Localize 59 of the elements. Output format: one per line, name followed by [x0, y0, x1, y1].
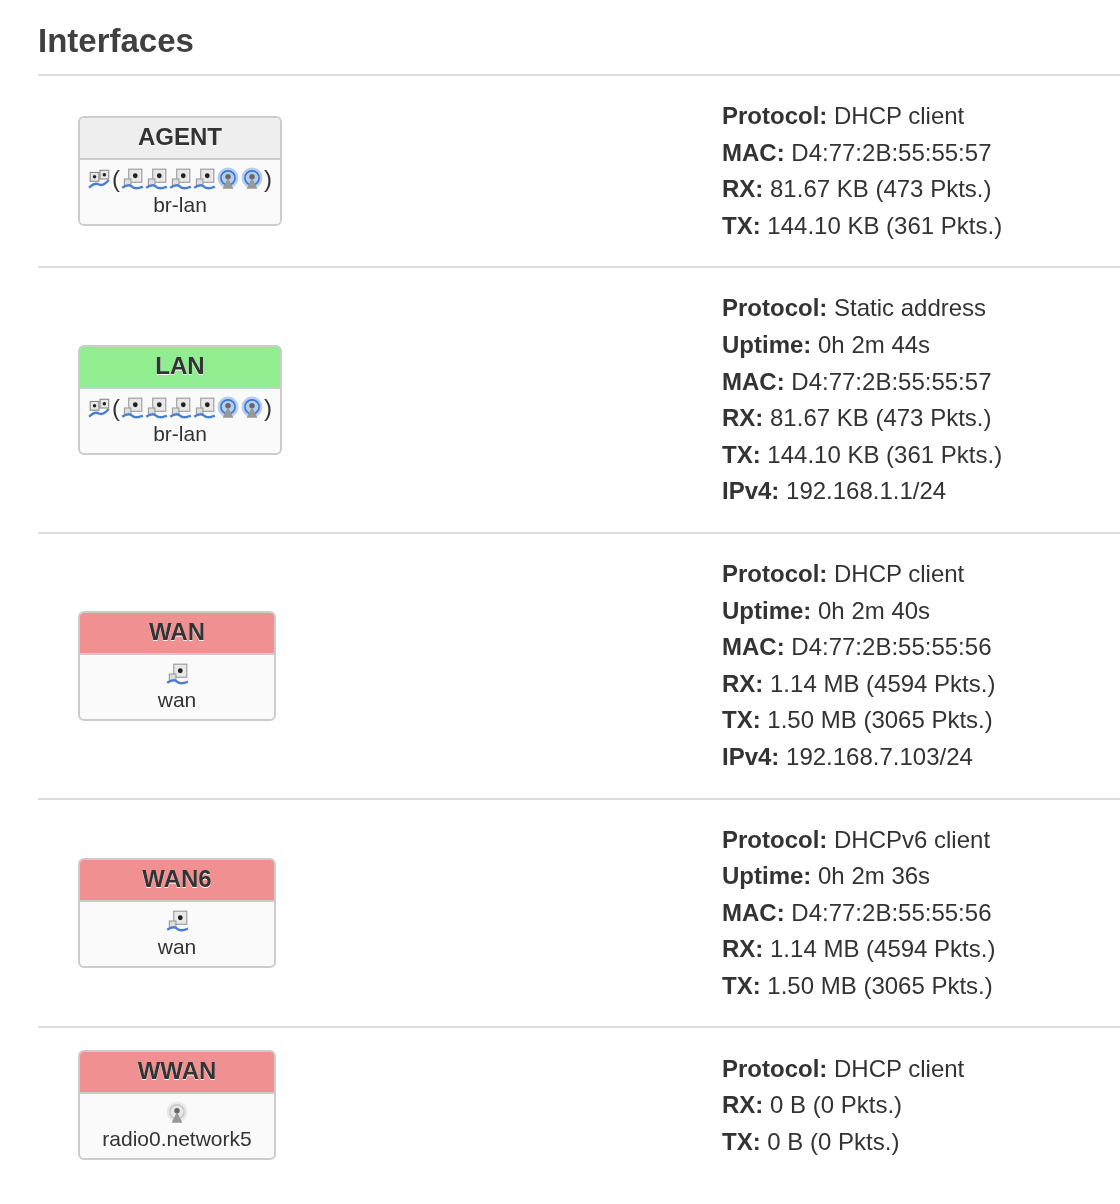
interface-badge[interactable]: WAN6 wan [78, 858, 276, 968]
status-line: Protocol: DHCP client [722, 101, 966, 131]
status-line: RX: 1.14 MB (4594 Pkts.) [722, 668, 997, 699]
antenna-icon [165, 1101, 189, 1126]
status-line: Protocol: DHCPv6 client [722, 824, 992, 855]
network-port-icon [165, 909, 189, 933]
status-line: Protocol: Static address [722, 293, 988, 324]
bracket: ) [264, 394, 272, 423]
status-line: Protocol: DHCP client [722, 558, 966, 589]
network-port-icon [192, 396, 216, 421]
bracket: ) [264, 165, 272, 194]
interface-name: LAN [80, 347, 280, 390]
status-line: MAC: D4:77:2B:55:55:56 [722, 632, 993, 663]
interface-name: WWAN [80, 1052, 274, 1095]
status-line: Uptime: 0h 2m 44s [722, 329, 932, 360]
status-line: RX: 81.67 KB (473 Pkts.) [722, 174, 993, 205]
device-name: radio0.network5 [102, 1126, 252, 1153]
antenna-icon [216, 396, 240, 421]
status-line: RX: 1.14 MB (4594 Pkts.) [722, 934, 997, 965]
interface-name: WAN [80, 612, 274, 655]
interface-badge[interactable]: LAN ( ) br-lan [78, 345, 282, 456]
status-line: IPv4: 192.168.1.1/24 [722, 476, 948, 507]
network-port-icon [144, 396, 168, 421]
network-port-icon [120, 167, 144, 192]
network-port-icon [144, 167, 168, 192]
status-line: MAC: D4:77:2B:55:55:57 [722, 366, 993, 397]
interface-badge[interactable]: WWAN radio0.network5 [78, 1050, 276, 1161]
device-name: wan [157, 686, 197, 713]
network-port-icon [168, 396, 192, 421]
status-line: RX: 0 B (0 Pkts.) [722, 1090, 904, 1121]
bracket: ( [112, 165, 120, 194]
network-port-icon [165, 661, 189, 686]
interface-badge[interactable]: WAN wan [78, 610, 276, 721]
status-line: RX: 81.67 KB (473 Pkts.) [722, 403, 993, 434]
status-line: Uptime: 0h 2m 40s [722, 595, 932, 626]
antenna-icon [240, 396, 264, 421]
bracket: ( [112, 394, 120, 423]
status-line: TX: 144.10 KB (361 Pkts.) [722, 210, 1004, 241]
status-line: MAC: D4:77:2B:55:55:57 [722, 137, 993, 168]
status-line: Protocol: DHCP client [722, 1053, 966, 1084]
status-line: Uptime: 0h 2m 36s [722, 861, 932, 892]
interface-name: AGENT [80, 118, 280, 161]
page-title: Interfaces [38, 22, 195, 60]
status-line: MAC: D4:77:2B:55:55:56 [722, 897, 993, 928]
device-name: br-lan [153, 421, 207, 448]
status-line: TX: 1.50 MB (3065 Pkts.) [722, 970, 994, 1001]
antenna-icon [240, 167, 264, 192]
interface-badge[interactable]: AGENT ( ) br-lan [78, 116, 282, 227]
status-line: IPv4: 192.168.7.103/24 [722, 741, 974, 772]
network-port-icon [120, 396, 144, 421]
status-line: TX: 1.50 MB (3065 Pkts.) [722, 705, 994, 736]
interface-name: WAN6 [80, 860, 274, 902]
status-line: TX: 0 B (0 Pkts.) [722, 1126, 901, 1157]
device-name: br-lan [153, 192, 207, 219]
device-name: wan [157, 934, 197, 960]
network-port-icon [168, 167, 192, 192]
status-line: TX: 144.10 KB (361 Pkts.) [722, 439, 1004, 470]
network-port-icon [192, 167, 216, 192]
antenna-icon [216, 167, 240, 192]
